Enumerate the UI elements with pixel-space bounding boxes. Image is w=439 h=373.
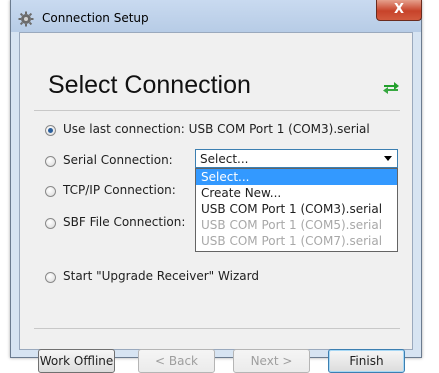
upgrade-wizard-label: Start "Upgrade Receiver" Wizard [63, 269, 259, 283]
chevron-down-icon[interactable] [384, 156, 392, 161]
serial-connection-radio[interactable] [45, 156, 56, 167]
tcpip-connection-label: TCP/IP Connection: [63, 183, 176, 197]
dropdown-option-com3[interactable]: USB COM Port 1 (COM3).serial [196, 201, 397, 217]
tcpip-connection-radio[interactable] [45, 186, 56, 197]
page-title: Select Connection [48, 71, 251, 99]
header-divider [34, 110, 400, 111]
back-button[interactable]: < Back [138, 349, 215, 373]
dropdown-option-com7: USB COM Port 1 (COM7).serial [201, 234, 383, 248]
next-button[interactable]: Next > [233, 349, 310, 373]
sbf-file-connection-label: SBF File Connection: [63, 215, 186, 229]
serial-connection-select[interactable]: Select... [195, 149, 398, 168]
finish-button[interactable]: Finish [328, 349, 405, 373]
serial-connection-label: Serial Connection: [63, 153, 173, 167]
window-title: Connection Setup [42, 11, 149, 25]
footer-divider [34, 328, 400, 329]
close-button[interactable]: X [376, 0, 422, 21]
last-connection-label: Use last connection: USB COM Port 1 (COM… [63, 122, 370, 136]
upgrade-wizard-radio[interactable] [45, 272, 56, 283]
last-connection-radio[interactable] [45, 125, 56, 136]
select-value: Select... [200, 152, 249, 166]
work-offline-button[interactable]: Work Offline [38, 349, 115, 373]
dropdown-option-select[interactable]: Select... [196, 169, 397, 185]
dropdown-option-create-new[interactable]: Create New... [196, 185, 397, 201]
dropdown-option-com5: USB COM Port 1 (COM5).serial [201, 218, 383, 232]
sbf-file-connection-radio[interactable] [45, 218, 56, 229]
swap-arrows-icon [383, 82, 399, 94]
serial-connection-dropdown: Select... Create New... USB COM Port 1 (… [195, 168, 398, 252]
title-bar[interactable]: Connection Setup X [11, 0, 422, 32]
gear-icon [18, 11, 34, 27]
